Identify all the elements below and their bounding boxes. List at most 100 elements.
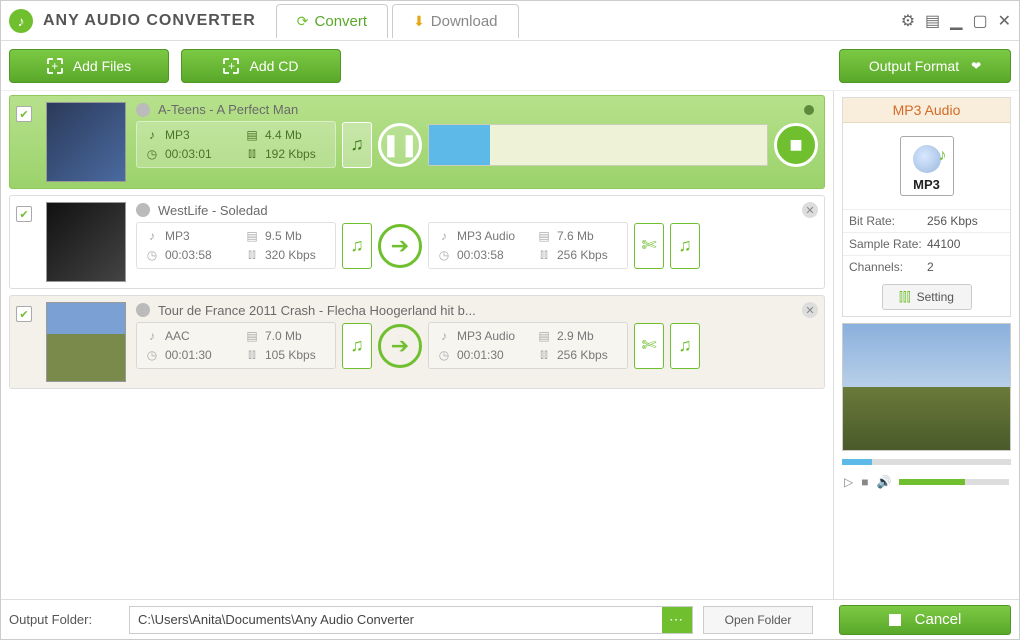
- output-props: Bit Rate:256 Kbps Sample Rate:44100 Chan…: [843, 209, 1010, 278]
- trim-button[interactable]: ✄: [634, 323, 664, 369]
- note-icon: ♪: [145, 329, 159, 343]
- trim-button[interactable]: ✄: [634, 223, 664, 269]
- track-row[interactable]: ✔ A-Teens - A Perfect Man ♪MP3 ▤4.4 Mb ◷…: [9, 95, 825, 189]
- cancel-button[interactable]: Cancel: [839, 605, 1011, 635]
- clock-icon: ◷: [437, 348, 451, 362]
- row-checkbox[interactable]: ✔: [16, 106, 32, 122]
- stop-button[interactable]: ■: [774, 123, 818, 167]
- video-preview[interactable]: [842, 323, 1011, 451]
- app-title: ANY AUDIO CONVERTER: [43, 12, 256, 30]
- setting-button[interactable]: ⫿⫿⫿Setting: [882, 284, 972, 310]
- bars-icon: ⫾⫾: [245, 247, 259, 262]
- preview-seek[interactable]: [842, 459, 1011, 465]
- file-icon: ▤: [245, 329, 259, 343]
- refresh-icon: ⟳: [297, 13, 309, 30]
- app-logo-icon: ♪: [9, 9, 33, 33]
- bars-icon: ⫾⫾: [245, 146, 259, 161]
- bottom-bar: Output Folder: ⋯ Open Folder Cancel: [1, 599, 1019, 639]
- output-folder-field: ⋯: [129, 606, 693, 634]
- file-icon: ▤: [537, 329, 551, 343]
- output-format-box: MP3 Audio MP3 Bit Rate:256 Kbps Sample R…: [842, 97, 1011, 317]
- video-thumb: [46, 302, 126, 382]
- track-list: ✔ A-Teens - A Perfect Man ♪MP3 ▤4.4 Mb ◷…: [1, 91, 833, 599]
- tab-convert[interactable]: ⟳Convert: [276, 4, 388, 38]
- album-art: [46, 202, 126, 282]
- note-icon: ♪: [437, 229, 451, 243]
- album-art: [46, 102, 126, 182]
- disc-icon: [136, 103, 150, 117]
- sliders-icon: ⫿⫿⫿: [899, 290, 911, 305]
- source-meta: ♪MP3 ▤4.4 Mb ◷00:03:01 ⫾⫾192 Kbps: [136, 121, 336, 168]
- status-dot-icon: [804, 105, 814, 115]
- bars-icon: ⫾⫾: [245, 347, 259, 362]
- file-icon: ▤: [245, 229, 259, 243]
- track-row[interactable]: ✔ WestLife - Soledad ✕ ♪MP3 ▤9.5 Mb ◷00:0…: [9, 195, 825, 289]
- tab-download[interactable]: ⬇Download: [392, 4, 518, 38]
- download-icon: ⬇: [413, 13, 425, 30]
- minimize-icon[interactable]: ▁: [950, 11, 962, 31]
- track-row[interactable]: ✔ Tour de France 2011 Crash - Flecha Hoo…: [9, 295, 825, 389]
- title-bar: ♪ ANY AUDIO CONVERTER ⟳Convert ⬇Download…: [1, 1, 1019, 41]
- add-cd-button[interactable]: +Add CD: [181, 49, 341, 83]
- convert-arrow-button[interactable]: ➔: [378, 224, 422, 268]
- bars-icon: ⫾⫾: [537, 347, 551, 362]
- mp3-file-icon: MP3: [900, 136, 954, 196]
- volume-slider[interactable]: [899, 479, 1009, 485]
- track-title: WestLife - Soledad: [158, 203, 268, 218]
- output-format-label: MP3 Audio: [843, 98, 1010, 123]
- source-meta: ♪MP3 ▤9.5 Mb ◷00:03:58 ⫾⫾320 Kbps: [136, 222, 336, 269]
- main-area: ✔ A-Teens - A Perfect Man ♪MP3 ▤4.4 Mb ◷…: [1, 91, 1019, 599]
- edit-tags-button[interactable]: ♫: [342, 323, 372, 369]
- clock-icon: ◷: [145, 348, 159, 362]
- side-panel: MP3 Audio MP3 Bit Rate:256 Kbps Sample R…: [833, 91, 1019, 599]
- dest-meta: ♪MP3 Audio ▤2.9 Mb ◷00:01:30 ⫾⫾256 Kbps: [428, 322, 628, 369]
- output-folder-label: Output Folder:: [9, 612, 119, 627]
- disc-icon: [136, 303, 150, 317]
- clock-icon: ◷: [437, 248, 451, 262]
- row-checkbox[interactable]: ✔: [16, 206, 32, 222]
- row-checkbox[interactable]: ✔: [16, 306, 32, 322]
- edit-tags-button[interactable]: ♫: [670, 223, 700, 269]
- file-icon: ▤: [245, 128, 259, 142]
- note-icon: ♪: [145, 128, 159, 142]
- remove-row-button[interactable]: ✕: [802, 202, 818, 218]
- main-tabs: ⟳Convert ⬇Download: [276, 4, 519, 38]
- browse-button[interactable]: ⋯: [662, 607, 692, 633]
- dest-meta: ♪MP3 Audio ▤7.6 Mb ◷00:03:58 ⫾⫾256 Kbps: [428, 222, 628, 269]
- source-meta: ♪AAC ▤7.0 Mb ◷00:01:30 ⫾⫾105 Kbps: [136, 322, 336, 369]
- output-folder-input[interactable]: [130, 607, 662, 633]
- settings-icon[interactable]: ⚙: [901, 11, 915, 31]
- window-controls: ⚙ ▤ ▁ ▢ ✕: [901, 11, 1011, 31]
- speaker-icon[interactable]: 🔊: [876, 475, 891, 489]
- plus-icon: +: [223, 58, 239, 74]
- edit-tags-button[interactable]: ♫: [670, 323, 700, 369]
- chevron-down-icon: ❤: [971, 59, 981, 73]
- toolbar: +Add Files +Add CD Output Format❤: [1, 41, 1019, 91]
- edit-tags-button[interactable]: ♫: [342, 223, 372, 269]
- pause-button[interactable]: ❚❚: [378, 123, 422, 167]
- track-title: A-Teens - A Perfect Man: [158, 102, 298, 117]
- stop-square-icon: [889, 614, 901, 626]
- maximize-icon[interactable]: ▢: [972, 11, 987, 31]
- menu-icon[interactable]: ▤: [925, 11, 940, 31]
- play-progress[interactable]: [428, 124, 768, 166]
- output-format-button[interactable]: Output Format❤: [839, 49, 1011, 83]
- stop-icon[interactable]: ■: [861, 475, 868, 489]
- clock-icon: ◷: [145, 147, 159, 161]
- bars-icon: ⫾⫾: [537, 247, 551, 262]
- preview-controls: ▷ ■ 🔊: [842, 471, 1011, 493]
- add-files-button[interactable]: +Add Files: [9, 49, 169, 83]
- output-format-icon: MP3: [843, 123, 1010, 209]
- convert-arrow-button[interactable]: ➔: [378, 324, 422, 368]
- note-icon: ♪: [145, 229, 159, 243]
- play-icon[interactable]: ▷: [844, 475, 853, 489]
- plus-icon: +: [47, 58, 63, 74]
- remove-row-button[interactable]: ✕: [802, 302, 818, 318]
- clock-icon: ◷: [145, 248, 159, 262]
- close-icon[interactable]: ✕: [998, 11, 1011, 31]
- open-folder-button[interactable]: Open Folder: [703, 606, 813, 634]
- track-title: Tour de France 2011 Crash - Flecha Hooge…: [158, 303, 476, 318]
- edit-tags-button[interactable]: ♫: [342, 122, 372, 168]
- file-icon: ▤: [537, 229, 551, 243]
- note-icon: ♪: [437, 329, 451, 343]
